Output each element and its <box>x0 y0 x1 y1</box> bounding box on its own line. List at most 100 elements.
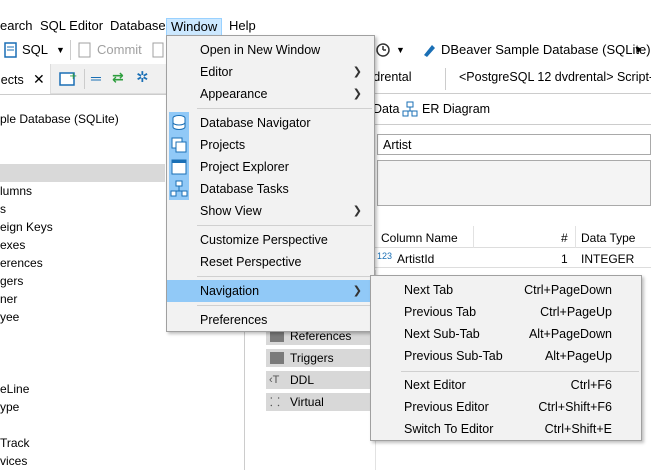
subtab-data[interactable]: Data <box>373 102 399 116</box>
sql-editor-icon[interactable] <box>4 42 18 58</box>
shortcut-label: Ctrl+PageUp <box>540 305 612 319</box>
tree-item-references[interactable]: erences <box>0 254 43 272</box>
gear-icon[interactable]: ✲ <box>136 68 149 86</box>
table-name-field[interactable]: Artist <box>377 134 651 155</box>
tree-selected-row[interactable] <box>0 164 165 182</box>
tree-item-services[interactable]: vices <box>0 452 27 470</box>
menu-item-next-sub-tab[interactable]: Next Sub-Tab Alt+PageDown <box>371 323 641 345</box>
menu-item-customize-perspective[interactable]: Customize Perspective <box>167 229 374 251</box>
submenu-arrow-icon: ❯ <box>352 66 362 78</box>
tree-item-employee[interactable]: yee <box>0 308 19 326</box>
menu-item-preferences[interactable]: Preferences <box>167 309 374 331</box>
sql-button[interactable]: SQL <box>22 40 48 60</box>
menu-item-database-tasks[interactable]: Database Tasks <box>167 178 374 200</box>
menu-window[interactable]: Window <box>166 18 223 36</box>
menubar: earch SQL Editor Database Window Help <box>0 0 651 36</box>
project-explorer-icon <box>171 159 187 175</box>
divider <box>365 93 651 94</box>
menu-separator <box>197 305 372 306</box>
row-type: INTEGER <box>581 252 635 266</box>
tree-item-customer[interactable]: ner <box>0 290 17 308</box>
tree-item-triggers[interactable]: gers <box>0 272 23 290</box>
shortcut-label: Ctrl+Shift+E <box>544 422 612 436</box>
sql-dropdown-arrow-icon[interactable]: ▼ <box>56 40 65 60</box>
submenu-arrow-icon: ❯ <box>352 205 362 217</box>
commit-icon[interactable] <box>78 42 92 58</box>
collapse-all-icon[interactable]: ═ <box>91 70 101 86</box>
list-item-triggers[interactable]: Triggers <box>266 349 372 367</box>
database-tasks-icon <box>170 180 188 197</box>
menu-item-previous-editor[interactable]: Previous Editor Ctrl+Shift+F6 <box>371 396 641 418</box>
divider <box>575 226 576 248</box>
integer-type-icon: 123 <box>377 251 393 261</box>
menu-item-next-tab[interactable]: Next Tab Ctrl+PageDown <box>371 279 641 301</box>
shortcut-label: Ctrl+F6 <box>570 378 612 392</box>
column-header-num[interactable]: # <box>561 231 568 245</box>
virtual-icon: ⸬ <box>270 395 280 409</box>
menu-item-previous-sub-tab[interactable]: Previous Sub-Tab Alt+PageUp <box>371 345 641 367</box>
menu-help[interactable]: Help <box>225 18 260 36</box>
database-selector-icon <box>424 45 435 57</box>
menu-separator <box>197 276 372 277</box>
row-name: ArtistId <box>397 252 435 266</box>
tree-item-foreign-keys[interactable]: eign Keys <box>0 218 53 236</box>
projects-icon <box>171 137 187 153</box>
menu-item-show-view[interactable]: Show View ❯ <box>167 200 374 222</box>
new-project-icon[interactable]: + <box>59 70 77 88</box>
divider <box>473 226 474 248</box>
menu-item-switch-to-editor[interactable]: Switch To Editor Ctrl+Shift+E <box>371 418 641 440</box>
active-database-selector[interactable]: DBeaver Sample Database (SQLite) <box>441 40 651 60</box>
menu-item-appearance[interactable]: Appearance ❯ <box>167 83 374 105</box>
toolbar-divider <box>84 69 85 89</box>
menu-item-reset-perspective[interactable]: Reset Perspective <box>167 251 374 273</box>
tree-item-columns[interactable]: lumns <box>0 182 32 200</box>
projects-tab-label: jects <box>0 73 24 87</box>
tab-divider <box>445 68 446 90</box>
svg-text:+: + <box>69 71 77 82</box>
menu-separator <box>197 108 372 109</box>
editor-tab-script[interactable]: <PostgreSQL 12 dvdrental> Script- <box>459 70 651 84</box>
transaction-log-icon[interactable] <box>375 42 391 58</box>
database-selector-dropdown-icon[interactable]: ▼ <box>634 40 643 60</box>
submenu-arrow-icon: ❯ <box>352 88 362 100</box>
list-item-virtual[interactable]: ⸬ Virtual <box>266 393 372 411</box>
menu-separator <box>401 371 639 372</box>
database-navigator-icon <box>172 115 186 130</box>
shortcut-label: Alt+PageUp <box>544 349 612 363</box>
table-description-field[interactable] <box>377 160 651 206</box>
tree-item-keys[interactable]: s <box>0 200 6 218</box>
shortcut-label: Ctrl+PageDown <box>524 283 612 297</box>
ddl-icon: ‹T <box>269 374 280 386</box>
column-header-type[interactable]: Data Type <box>581 231 635 245</box>
projects-tab[interactable]: jects ✕ <box>0 64 51 94</box>
transaction-dropdown-icon[interactable]: ▼ <box>396 40 405 60</box>
tree-item-media-type[interactable]: ype <box>0 398 19 416</box>
column-header-name[interactable]: Column Name <box>381 231 458 245</box>
navigation-submenu: Next Tab Ctrl+PageDown Previous Tab Ctrl+P… <box>370 275 642 441</box>
tree-item-invoice-line[interactable]: eLine <box>0 380 29 398</box>
menu-sql-editor[interactable]: SQL Editor <box>36 18 107 36</box>
tree-item-indexes[interactable]: exes <box>0 236 25 254</box>
submenu-arrow-icon: ❯ <box>352 285 362 297</box>
menu-item-project-explorer[interactable]: Project Explorer <box>167 156 374 178</box>
table-row[interactable]: 123 ArtistId 1 INTEGER <box>375 249 651 268</box>
tree-item-database[interactable]: ple Database (SQLite) <box>0 110 119 128</box>
menu-item-open-new-window[interactable]: Open in New Window <box>167 39 374 61</box>
subtab-er-diagram[interactable]: ER Diagram <box>422 102 490 116</box>
menu-item-database-navigator[interactable]: Database Navigator <box>167 112 374 134</box>
list-item-ddl[interactable]: ‹T DDL <box>266 371 372 389</box>
menu-item-navigation[interactable]: Navigation ❯ <box>167 280 374 302</box>
window-menu-dropdown: Open in New Window Editor ❯ Appearance ❯ D… <box>166 35 375 332</box>
toolbar-divider <box>70 40 71 60</box>
menu-database[interactable]: Database <box>106 18 170 36</box>
link-with-editor-icon[interactable]: ⇄ <box>112 69 124 86</box>
menu-item-next-editor[interactable]: Next Editor Ctrl+F6 <box>371 374 641 396</box>
tree-item-playlist-track[interactable]: Track <box>0 434 30 452</box>
commit-button[interactable]: Commit <box>97 40 142 60</box>
rollback-icon[interactable] <box>152 42 164 58</box>
menu-item-projects[interactable]: Projects <box>167 134 374 156</box>
menu-item-previous-tab[interactable]: Previous Tab Ctrl+PageUp <box>371 301 641 323</box>
close-icon[interactable]: ✕ <box>33 71 45 88</box>
menu-item-editor[interactable]: Editor ❯ <box>167 61 374 83</box>
menu-search[interactable]: earch <box>0 18 37 36</box>
